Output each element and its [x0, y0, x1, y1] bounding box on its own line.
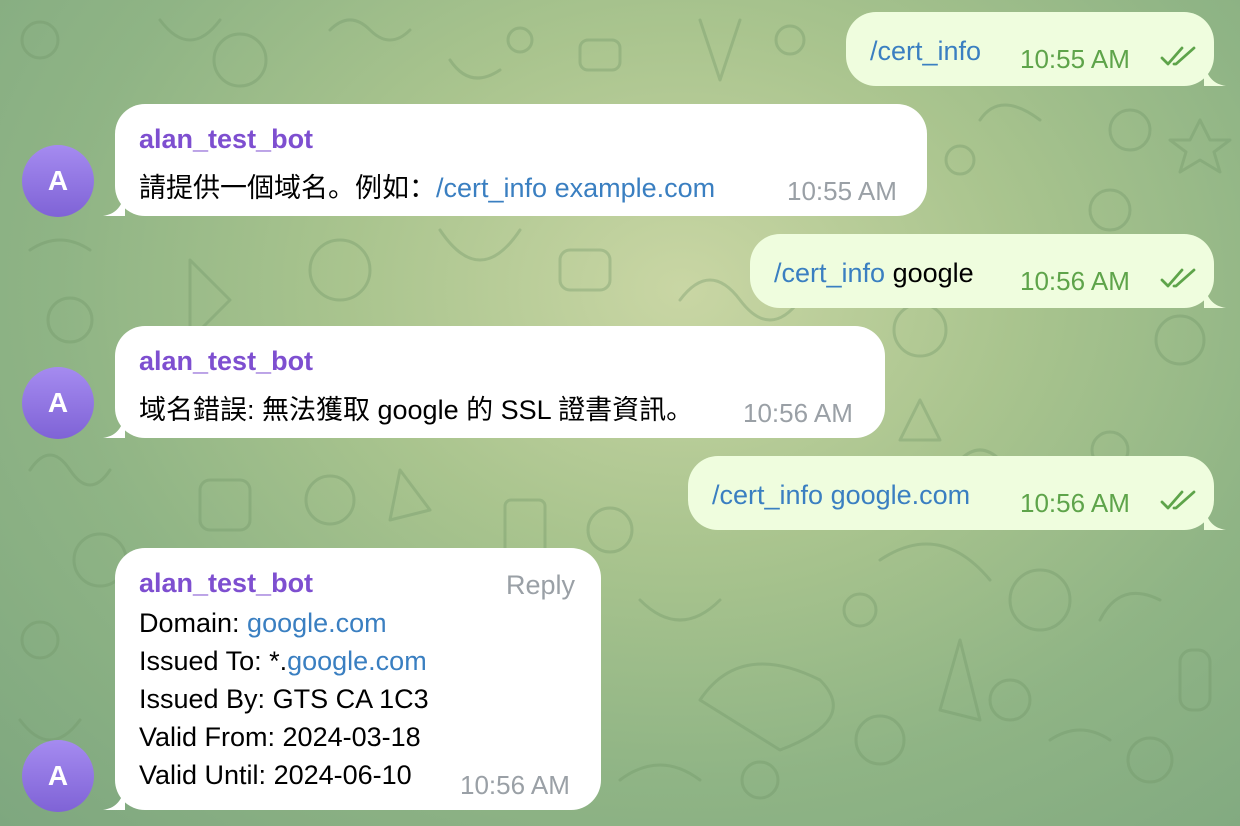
sender-name[interactable]: alan_test_bot: [139, 124, 313, 155]
message-command[interactable]: /cert_info: [712, 480, 823, 510]
cert-domain-line: Domain: google.com: [139, 608, 387, 639]
message-text-plain: google: [885, 258, 974, 288]
message-time: 10:55 AM: [787, 176, 897, 206]
message-text: /cert_info google.com: [712, 480, 970, 511]
cert-valid-from-value: 2024-03-18: [282, 722, 421, 752]
outgoing-message[interactable]: /cert_info google.com 10:56 AM: [688, 456, 1226, 530]
cert-domain-link[interactable]: google.com: [247, 608, 387, 638]
outgoing-message[interactable]: /cert_info google 10:56 AM: [750, 234, 1226, 308]
message-link[interactable]: google.com: [823, 480, 971, 510]
reply-button[interactable]: Reply: [506, 570, 575, 601]
cert-issued-by-value: GTS CA 1C3: [272, 684, 429, 714]
cert-valid-until-line: Valid Until: 2024-06-10: [139, 760, 412, 791]
double-check-icon: [1160, 46, 1196, 66]
incoming-message[interactable]: alan_test_bot 域名錯誤: 無法獲取 google 的 SSL 證書…: [103, 326, 885, 438]
message-command[interactable]: /cert_info: [436, 173, 547, 203]
bubble-tail: [1204, 286, 1226, 308]
message-text: 請提供一個域名。例如：/cert_info example.com: [139, 166, 715, 205]
bubble-tail: [1204, 64, 1226, 86]
message-text-plain: 請提供一個域名。例如：: [139, 173, 436, 203]
cert-field-label: Valid From:: [139, 722, 283, 752]
avatar[interactable]: A: [22, 367, 94, 439]
avatar[interactable]: A: [22, 145, 94, 217]
message-time: 10:56 AM: [743, 398, 853, 428]
message-time: 10:56 AM: [460, 770, 570, 800]
cert-valid-from-line: Valid From: 2024-03-18: [139, 722, 421, 753]
sender-name[interactable]: alan_test_bot: [139, 346, 313, 377]
cert-valid-until-value: 2024-06-10: [273, 760, 412, 790]
cert-issued-by-line: Issued By: GTS CA 1C3: [139, 684, 429, 715]
cert-field-label: Issued By:: [139, 684, 273, 714]
message-command[interactable]: /cert_info: [870, 36, 981, 67]
bubble-tail: [103, 194, 125, 216]
cert-issued-to-link[interactable]: google.com: [287, 646, 427, 676]
avatar[interactable]: A: [22, 740, 94, 812]
message-text: /cert_info google: [774, 258, 974, 289]
cert-field-label: Issued To: *.: [139, 646, 288, 676]
incoming-message[interactable]: alan_test_bot Reply Domain: google.com I…: [103, 548, 601, 810]
sender-name[interactable]: alan_test_bot: [139, 568, 313, 599]
cert-field-label: Domain:: [139, 608, 248, 638]
message-command[interactable]: /cert_info: [774, 258, 885, 288]
incoming-message[interactable]: alan_test_bot 請提供一個域名。例如：/cert_info exam…: [103, 104, 927, 216]
message-time: 10:56 AM: [1020, 266, 1130, 296]
cert-field-label: Valid Until:: [139, 760, 274, 790]
message-time: 10:56 AM: [1020, 488, 1130, 518]
message-time: 10:55 AM: [1020, 44, 1130, 74]
bubble-tail: [1204, 508, 1226, 530]
bubble-tail: [103, 416, 125, 438]
message-link[interactable]: example.com: [547, 173, 716, 203]
cert-issued-to-line: Issued To: *.google.com: [139, 646, 427, 677]
message-text: 域名錯誤: 無法獲取 google 的 SSL 證書資訊。: [139, 395, 694, 425]
double-check-icon: [1160, 268, 1196, 288]
double-check-icon: [1160, 490, 1196, 510]
outgoing-message[interactable]: /cert_info 10:55 AM: [846, 12, 1226, 86]
bubble-tail: [103, 788, 125, 810]
